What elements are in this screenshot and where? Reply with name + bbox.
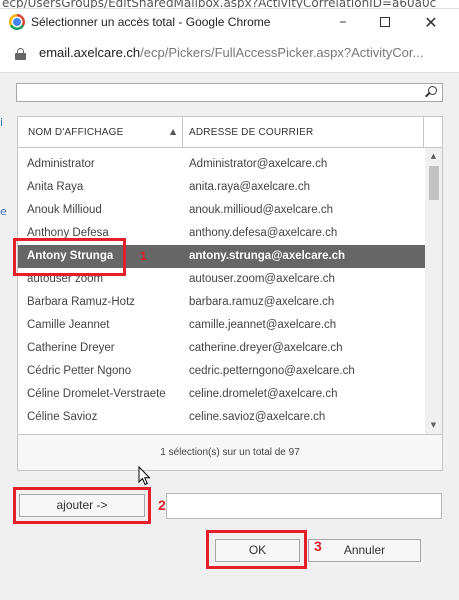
window-title: Sélectionner un accès total - Google Chr… xyxy=(31,15,271,29)
annotation-step-number: 3 xyxy=(314,538,322,554)
row-display-name: Cédric Petter Ngono xyxy=(27,365,132,377)
table-row[interactable]: Administrator Administrator@axelcare.ch xyxy=(18,153,425,176)
row-email: anouk.millioud@axelcare.ch xyxy=(189,204,333,216)
table-row[interactable]: Céline Dromelet-Verstraete celine.dromele… xyxy=(18,383,425,406)
row-email: antony.strunga@axelcare.ch xyxy=(189,250,346,262)
table-row[interactable]: Catherine Dreyer catherine.dreyer@axelcar… xyxy=(18,337,425,360)
search-box xyxy=(16,83,443,102)
chrome-logo-icon xyxy=(9,14,25,30)
row-email: barbara.ramuz@axelcare.ch xyxy=(189,296,335,308)
maximize-icon xyxy=(380,17,390,27)
row-display-name: Camille Jeannet xyxy=(27,319,110,331)
left-edge-glyph: i xyxy=(0,116,4,129)
table-row[interactable]: Anthony Defesa anthony.defesa@axelcare.ch xyxy=(18,222,425,245)
lock-icon xyxy=(15,48,26,60)
row-email: Administrator@axelcare.ch xyxy=(189,158,328,170)
url-path: /ecp/Pickers/FullAccessPicker.aspx?Activ… xyxy=(140,45,424,60)
row-email: anita.raya@axelcare.ch xyxy=(189,181,310,193)
maximize-button[interactable] xyxy=(364,9,406,36)
row-display-name: Céline Dromelet-Verstraete xyxy=(27,388,166,400)
table-row[interactable]: autouser zoom autouser.zoom@axelcare.ch xyxy=(18,268,425,291)
people-picker-grid: NOM D'AFFICHAGE ▲ ADRESSE DE COURRIER Ad… xyxy=(17,116,443,471)
scroll-up-icon[interactable]: ▲ xyxy=(425,148,442,165)
left-edge-background: i e xyxy=(0,110,7,410)
url-host: email.axelcare.ch xyxy=(39,45,141,60)
table-row[interactable]: Cédric Petter Ngono cedric.petterngono@ax… xyxy=(18,360,425,383)
window-titlebar: Sélectionner un accès total - Google Chr… xyxy=(0,8,459,35)
row-display-name: Administrator xyxy=(27,158,95,170)
table-row[interactable]: Camille Jeannet camille.jeannet@axelcare.… xyxy=(18,314,425,337)
row-display-name: autouser zoom xyxy=(27,273,104,285)
row-email: celine.dromelet@axelcare.ch xyxy=(189,388,338,400)
minimize-button[interactable]: – xyxy=(322,9,364,36)
search-input[interactable] xyxy=(17,84,417,101)
url-text[interactable]: email.axelcare.ch/ecp/Pickers/FullAccess… xyxy=(39,45,423,60)
row-display-name: Anthony Defesa xyxy=(27,227,109,239)
row-email: autouser.zoom@axelcare.ch xyxy=(189,273,335,285)
row-display-name: Antony Strunga xyxy=(27,250,114,262)
table-row-selected[interactable]: Antony Strunga antony.strunga@axelcare.ch xyxy=(18,245,425,268)
grid-rows: Administrator Administrator@axelcare.ch A… xyxy=(18,153,425,429)
scroll-thumb[interactable] xyxy=(429,166,439,200)
scroll-down-icon[interactable]: ▼ xyxy=(425,417,442,434)
address-bar[interactable]: email.axelcare.ch/ecp/Pickers/FullAccess… xyxy=(0,35,459,73)
selected-users-field[interactable] xyxy=(166,493,442,519)
row-email: cedric.petterngono@axelcare.ch xyxy=(189,365,355,377)
table-row[interactable]: Barbara Ramuz-Hotz barbara.ramuz@axelcare… xyxy=(18,291,425,314)
column-separator[interactable] xyxy=(182,117,183,148)
column-header-email[interactable]: ADRESSE DE COURRIER xyxy=(189,117,313,148)
close-button[interactable]: ✕ xyxy=(410,9,452,36)
grid-header: NOM D'AFFICHAGE ▲ ADRESSE DE COURRIER xyxy=(18,117,442,148)
table-row[interactable]: Céline Savioz celine.savioz@axelcare.ch xyxy=(18,406,425,429)
annotation-step-number: 1 xyxy=(140,249,147,263)
table-row[interactable]: Anouk Millioud anouk.millioud@axelcare.ch xyxy=(18,199,425,222)
row-email: celine.savioz@axelcare.ch xyxy=(189,411,326,423)
vertical-scrollbar[interactable]: ▲ ▼ xyxy=(425,148,442,434)
left-edge-glyph: e xyxy=(0,205,7,218)
row-display-name: Barbara Ramuz-Hotz xyxy=(27,296,136,308)
column-header-display-name[interactable]: NOM D'AFFICHAGE xyxy=(28,117,123,148)
row-display-name: Anita Raya xyxy=(27,181,84,193)
table-row[interactable]: Anita Raya anita.raya@axelcare.ch xyxy=(18,176,425,199)
annotation-step-number: 2 xyxy=(158,497,166,513)
search-icon[interactable] xyxy=(425,86,438,99)
selection-count: 1 sélection(s) sur un total de 97 xyxy=(18,434,442,470)
row-display-name: Céline Savioz xyxy=(27,411,98,423)
row-email: anthony.defesa@axelcare.ch xyxy=(189,227,338,239)
ok-button[interactable]: OK xyxy=(215,539,300,562)
cancel-button[interactable]: Annuler xyxy=(308,539,421,562)
background-page-url: ecp/UsersGroups/EditSharedMailbox.aspx?A… xyxy=(0,0,459,8)
row-display-name: Anouk Millioud xyxy=(27,204,102,216)
sort-ascending-icon[interactable]: ▲ xyxy=(170,127,176,136)
row-display-name: Catherine Dreyer xyxy=(27,342,115,354)
add-button[interactable]: ajouter -> xyxy=(19,494,145,517)
row-email: camille.jeannet@axelcare.ch xyxy=(189,319,337,331)
column-separator[interactable] xyxy=(423,117,424,148)
row-email: catherine.dreyer@axelcare.ch xyxy=(189,342,343,354)
